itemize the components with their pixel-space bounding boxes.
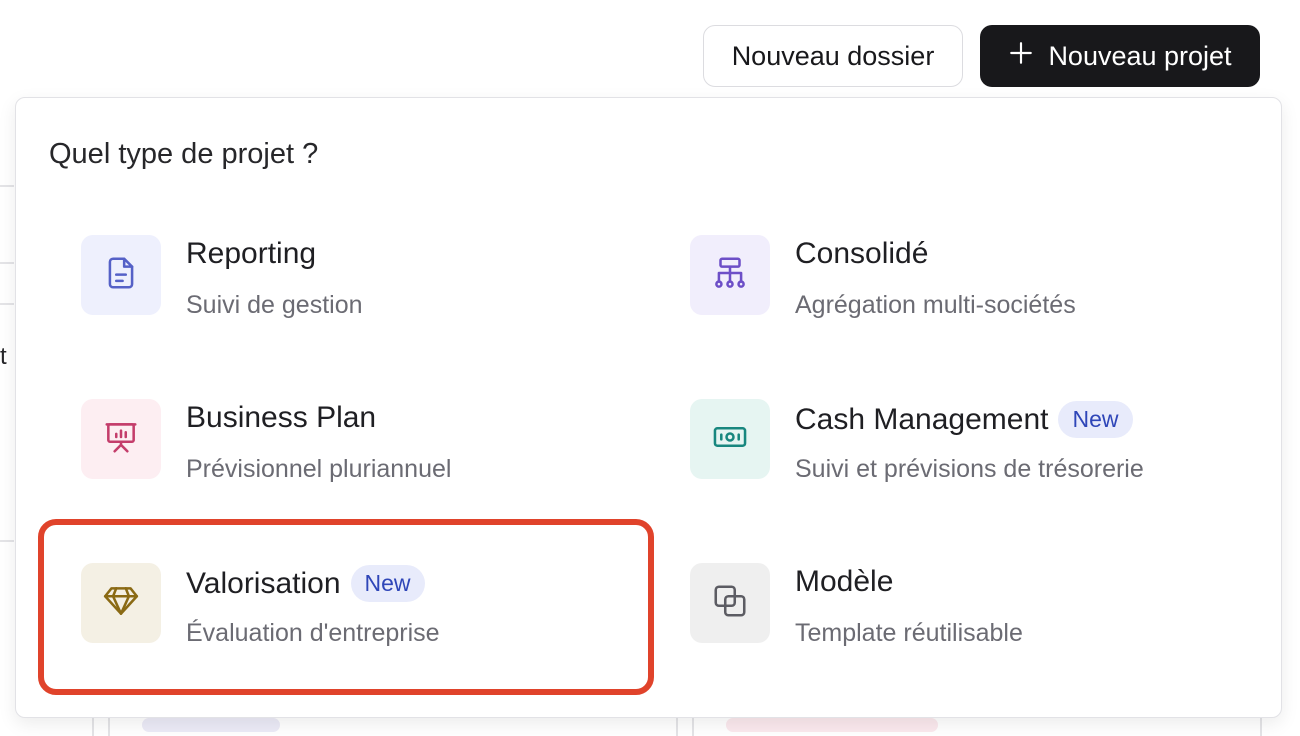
document-icon [102,254,140,297]
option-label-row: Consolidé [795,237,928,271]
background-divider [0,185,14,187]
option-consolide[interactable]: Consolidé Agrégation multi-sociétés [690,235,1250,335]
new-project-button[interactable]: Nouveau projet [980,25,1260,87]
option-description: Suivi de gestion [186,291,363,319]
banknote-icon [711,418,749,461]
presentation-chart-icon [102,418,140,461]
background-pill [726,718,938,732]
option-icon-box [81,235,161,315]
new-project-label: Nouveau projet [1048,40,1232,71]
background-pill [142,718,280,732]
option-modele[interactable]: Modèle Template réutilisable [690,563,1250,663]
copy-icon [711,582,749,625]
new-folder-label: Nouveau dossier [731,40,935,71]
option-icon-box [690,235,770,315]
option-label-row: Reporting [186,237,316,271]
option-label: Consolidé [795,237,929,270]
option-label: Modèle [795,565,894,598]
option-icon-box [81,399,161,479]
option-label-row: Cash Management New [795,401,1133,438]
new-folder-button[interactable]: Nouveau dossier [703,25,963,87]
option-label: Reporting [186,237,317,270]
option-description: Template réutilisable [795,619,1023,647]
background-divider [1260,718,1262,736]
background-partial-text: t [0,343,7,370]
option-reporting[interactable]: Reporting Suivi de gestion [81,235,641,335]
option-description: Prévisionnel pluriannuel [186,455,452,483]
background-divider [92,718,94,736]
background-divider [108,718,110,736]
option-business-plan[interactable]: Business Plan Prévisionnel pluriannuel [81,399,641,499]
option-icon-box [690,399,770,479]
background-divider [676,718,678,736]
highlight-annotation [38,519,654,695]
option-description: Agrégation multi-sociétés [795,291,1076,319]
background-divider [0,540,14,542]
option-label: Business Plan [186,401,377,434]
option-cash-management[interactable]: Cash Management New Suivi et prévisions … [690,399,1250,499]
option-label-row: Business Plan [186,401,376,435]
option-icon-box [690,563,770,643]
option-label-row: Modèle [795,565,893,599]
new-badge: New [1058,401,1133,438]
background-divider [0,303,14,305]
background-divider [0,262,14,264]
background-divider [692,718,694,736]
popover-title: Quel type de projet ? [49,138,319,170]
option-label: Cash Management [795,402,1049,436]
plus-icon [1008,40,1034,73]
option-description: Suivi et prévisions de trésorerie [795,455,1144,483]
hierarchy-icon [711,254,749,297]
